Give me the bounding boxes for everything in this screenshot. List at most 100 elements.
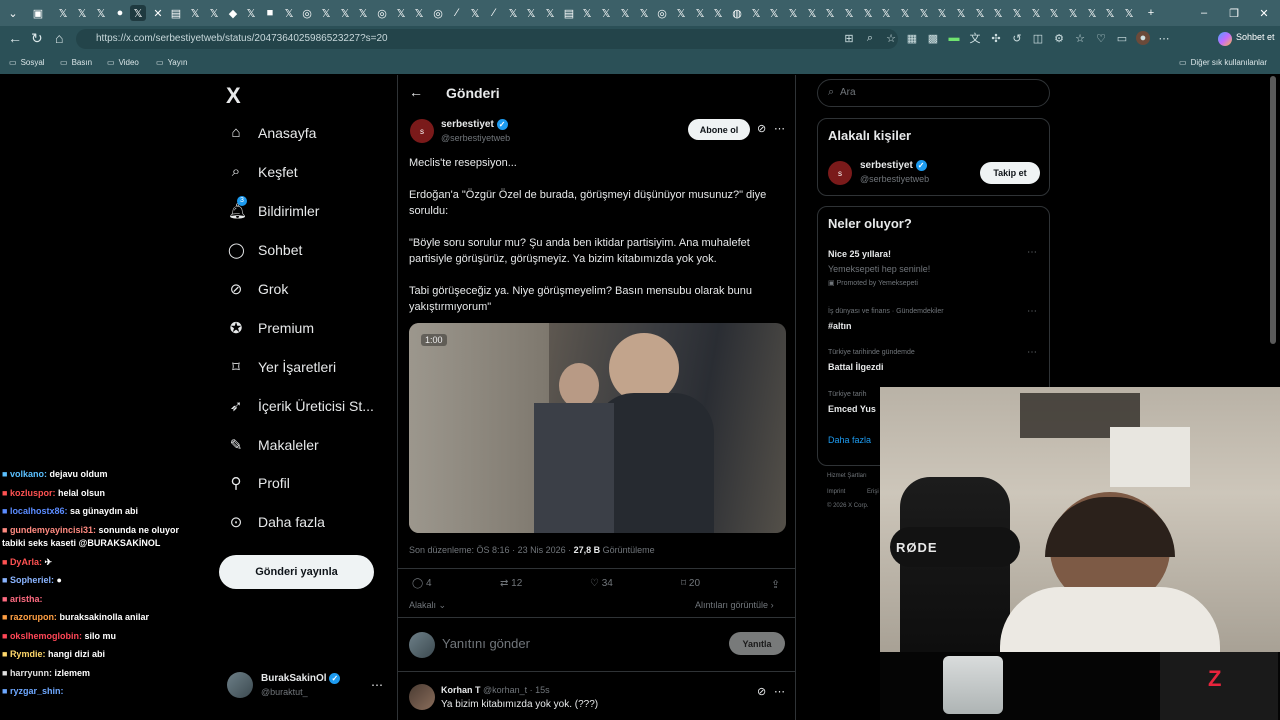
account-name-row[interactable]: BurakSakinOl ✓	[261, 673, 341, 684]
nav-home[interactable]: ⌂ Anasayfa	[228, 124, 316, 141]
tab-x[interactable]: 𝕏	[766, 5, 782, 21]
tab-x[interactable]: 𝕏	[1065, 5, 1081, 21]
tab-x[interactable]: 𝕏	[748, 5, 764, 21]
reply-author-row[interactable]: Korhan T @korhan_t · 15s	[441, 685, 550, 695]
related-name-row[interactable]: serbestiyet ✓	[860, 160, 927, 171]
extension-icon[interactable]: ▦	[905, 31, 919, 45]
page-scrollbar[interactable]	[1270, 76, 1276, 344]
tab-x[interactable]: 𝕏	[579, 5, 595, 21]
nav-bookmarks[interactable]: ⌑ Yer İşaretleri	[228, 358, 336, 376]
tab-x[interactable]: 𝕏	[990, 5, 1006, 21]
account-avatar[interactable]	[227, 672, 253, 698]
tab-x[interactable]: 𝕏	[822, 5, 838, 21]
workspaces-icon[interactable]: ▣	[30, 5, 46, 21]
tab-instagram[interactable]: ◎	[374, 5, 390, 21]
reply-input[interactable]: Yanıtını gönder	[442, 636, 530, 651]
more-options-icon[interactable]: ⋯	[774, 685, 785, 698]
tab-x[interactable]: 𝕏	[74, 5, 90, 21]
nav-premium[interactable]: ✪ Premium	[228, 319, 314, 337]
chat-username[interactable]: harryunn:	[10, 668, 52, 678]
tab-x[interactable]: 𝕏	[1009, 5, 1025, 21]
copilot-icon[interactable]	[1218, 32, 1232, 46]
tab-globe-icon[interactable]: ◍	[729, 5, 745, 21]
author-name-row[interactable]: serbestiyet ✓	[441, 119, 508, 130]
bookmark-folder[interactable]: ▭ Basın	[60, 58, 92, 67]
nav-explore[interactable]: ⌕ Keşfet	[228, 163, 298, 180]
read-mode-icon[interactable]: ⊞	[842, 31, 856, 45]
performance-icon[interactable]: ♡	[1094, 31, 1108, 45]
chat-username[interactable]: kozluspor:	[10, 488, 56, 498]
view-quotes-link[interactable]: Alıntıları görüntüle ›	[695, 600, 774, 610]
grok-icon[interactable]: ⊘	[757, 685, 766, 698]
tab-x[interactable]: 𝕏	[972, 5, 988, 21]
bookmark-folder[interactable]: ▭ Sosyal	[9, 58, 45, 67]
account-more-icon[interactable]: ⋯	[371, 678, 383, 692]
translate-icon[interactable]: 文	[968, 31, 982, 45]
tab-x[interactable]: 𝕏	[1028, 5, 1044, 21]
extension-icon[interactable]: ✣	[989, 31, 1003, 45]
split-screen-icon[interactable]: ◫	[1031, 31, 1045, 45]
chat-username[interactable]: razorupon:	[10, 612, 57, 622]
tab-x[interactable]: 𝕏	[337, 5, 353, 21]
tab-instagram[interactable]: ◎	[430, 5, 446, 21]
chat-username[interactable]: Sopheriel:	[10, 575, 54, 585]
like-action[interactable]: ♡ 34	[590, 578, 613, 589]
trend-title[interactable]: Battal İlgezdi	[828, 362, 884, 372]
follow-button[interactable]: Takip et	[980, 162, 1040, 184]
tab-x[interactable]: 𝕏	[393, 5, 409, 21]
tab-menu-icon[interactable]: ⌄	[5, 5, 21, 21]
tab-x[interactable]: 𝕏	[1084, 5, 1100, 21]
tab-x[interactable]: 𝕏	[355, 5, 371, 21]
tab-x[interactable]: 𝕏	[804, 5, 820, 21]
nav-more[interactable]: ⊙ Daha fazla	[228, 513, 325, 531]
tab-x[interactable]: 𝕏	[1102, 5, 1118, 21]
tab-x[interactable]: 𝕏	[187, 5, 203, 21]
close-window-icon[interactable]: ✕	[1256, 5, 1272, 21]
tab-x[interactable]: 𝕏	[281, 5, 297, 21]
tab-x[interactable]: 𝕏	[841, 5, 857, 21]
share-icon[interactable]: ⇪	[771, 578, 780, 591]
reply-submit-button[interactable]: Yanıtla	[729, 632, 785, 655]
tab-x[interactable]: 𝕏	[897, 5, 913, 21]
chat-username[interactable]: okslhemoglobin:	[10, 631, 82, 641]
tab-x[interactable]: 𝕏	[1046, 5, 1062, 21]
trend-more-icon[interactable]: ⋯	[1027, 247, 1037, 258]
tab-x[interactable]: 𝕏	[542, 5, 558, 21]
extension-icon[interactable]: ▬	[947, 31, 961, 45]
author-handle[interactable]: @serbestiyetweb	[441, 133, 510, 143]
home-icon[interactable]: ⌂	[55, 30, 63, 46]
tab-site[interactable]: ●	[112, 5, 128, 21]
tab-x[interactable]: 𝕏	[523, 5, 539, 21]
tab-site[interactable]: ▤	[561, 5, 577, 21]
tab-x[interactable]: 𝕏	[953, 5, 969, 21]
tab-x[interactable]: 𝕏	[1121, 5, 1137, 21]
new-tab-icon[interactable]: +	[1143, 5, 1159, 21]
tweet-video[interactable]: 1:00	[409, 323, 786, 533]
tab-x[interactable]: 𝕏	[878, 5, 894, 21]
back-arrow-icon[interactable]: ←	[409, 84, 423, 100]
more-options-icon[interactable]: ⋯	[774, 122, 785, 135]
tab-x-active[interactable]: 𝕏	[130, 5, 146, 21]
nav-grok[interactable]: ⊘ Grok	[228, 280, 289, 298]
tab-x[interactable]: 𝕏	[206, 5, 222, 21]
nav-creator-studio[interactable]: ➶ İçerik Üreticisi St...	[228, 397, 374, 415]
post-button[interactable]: Gönderi yayınla	[219, 555, 374, 589]
show-more-link[interactable]: Daha fazla	[828, 435, 871, 445]
tab-instagram[interactable]: ◎	[654, 5, 670, 21]
nav-notifications[interactable]: 🔔︎ 3 Bildirimler	[228, 196, 319, 220]
chat-username[interactable]: localhostx86:	[10, 506, 68, 516]
chat-username[interactable]: Rymdie:	[10, 649, 46, 659]
trend-title[interactable]: Emced Yus	[828, 404, 876, 414]
tab-x[interactable]: 𝕏	[243, 5, 259, 21]
tab-x[interactable]: 𝕏	[505, 5, 521, 21]
minimize-icon[interactable]: –	[1196, 5, 1212, 21]
tab-x[interactable]: 𝕏	[934, 5, 950, 21]
tab-site[interactable]: ⁄	[486, 5, 502, 21]
reply-author-avatar[interactable]	[409, 684, 435, 710]
url-input[interactable]: https://x.com/serbestiyetweb/status/2047…	[76, 29, 898, 49]
bookmark-folder[interactable]: ▭ Yayın	[156, 58, 187, 67]
bookmark-folder[interactable]: ▭ Video	[107, 58, 139, 67]
tab-x[interactable]: 𝕏	[93, 5, 109, 21]
nav-articles[interactable]: ✎ Makaleler	[228, 436, 319, 454]
collections-icon[interactable]: ▭	[1115, 31, 1129, 45]
